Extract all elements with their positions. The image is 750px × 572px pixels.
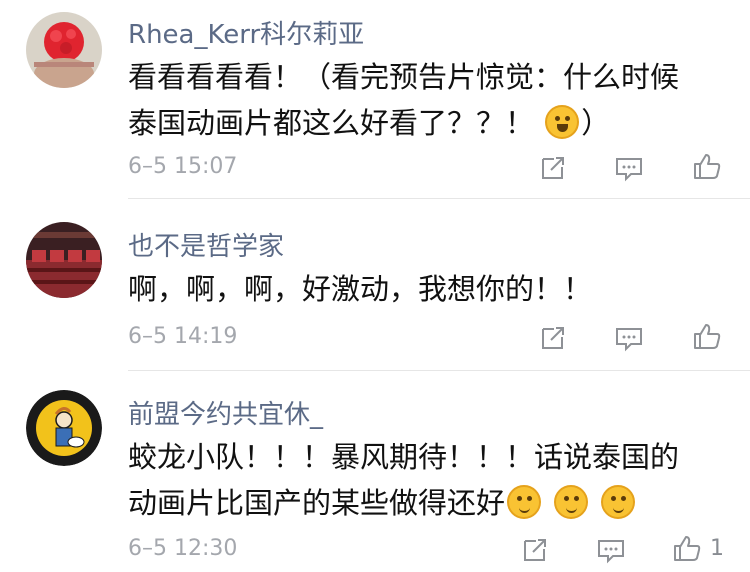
thinking-emoji-icon xyxy=(507,485,542,519)
comment-item: 也不是哲学家 啊，啊，啊，好激动，我想你的！！ 6–5 14:19 xyxy=(0,212,750,372)
share-button[interactable] xyxy=(536,152,570,184)
comment-text-line: 看看看看看！（看完预告片惊觉：什么时候 xyxy=(128,60,680,94)
comment-icon xyxy=(598,540,624,564)
reply-button[interactable] xyxy=(612,152,646,184)
avatar-image xyxy=(26,222,102,298)
laughing-emoji-icon xyxy=(545,105,580,139)
avatar[interactable] xyxy=(26,222,102,298)
like-button[interactable] xyxy=(690,150,724,182)
thinking-emoji-icon xyxy=(554,485,589,519)
comment-timestamp: 6–5 12:30 xyxy=(128,536,238,561)
comment-icon xyxy=(616,158,642,182)
comment-text-line: 啊，啊，啊，好激动，我想你的！！ xyxy=(128,272,593,306)
reply-button[interactable] xyxy=(594,534,628,566)
thumbs-up-icon xyxy=(694,154,721,179)
divider xyxy=(128,370,750,371)
avatar[interactable] xyxy=(26,390,102,466)
share-button[interactable] xyxy=(518,534,552,566)
share-icon xyxy=(524,539,546,561)
comment-username[interactable]: 也不是哲学家 xyxy=(128,226,284,263)
comment-text-line: 泰国动画片都这么好看了？？！ ） xyxy=(128,100,728,146)
comment-text: 啊，啊，啊，好激动，我想你的！！ xyxy=(128,266,728,312)
comment-item: Rhea_Kerr科尔莉亚 看看看看看！（看完预告片惊觉：什么时候 泰国动画片都… xyxy=(0,0,750,200)
share-icon xyxy=(542,327,564,349)
avatar-image xyxy=(26,390,102,466)
like-button[interactable] xyxy=(670,532,704,564)
comment-text-line: 动画片比国产的某些做得还好 xyxy=(128,480,728,526)
comment-username[interactable]: 前盟今约共宜休_ xyxy=(128,394,323,431)
comment-item: 前盟今约共宜休_ 蛟龙小队！！！暴风期待！！！话说泰国的 动画片比国产的某些做得… xyxy=(0,380,750,572)
share-icon xyxy=(542,157,564,179)
comment-icon xyxy=(616,328,642,352)
avatar-image xyxy=(26,12,102,88)
divider xyxy=(128,198,750,199)
comment-username[interactable]: Rhea_Kerr科尔莉亚 xyxy=(128,14,364,51)
avatar[interactable] xyxy=(26,12,102,88)
like-button[interactable] xyxy=(690,320,724,352)
comment-timestamp: 6–5 14:19 xyxy=(128,324,238,349)
share-button[interactable] xyxy=(536,322,570,354)
comment-text-fragment: 泰国动画片都这么好看了？？！ xyxy=(128,106,535,140)
thumbs-up-icon xyxy=(694,324,721,349)
like-count: 1 xyxy=(710,536,724,561)
comment-text-line: 蛟龙小队！！！暴风期待！！！话说泰国的 xyxy=(128,440,680,474)
comment-timestamp: 6–5 15:07 xyxy=(128,154,238,179)
thinking-emoji-icon xyxy=(601,485,636,519)
reply-button[interactable] xyxy=(612,322,646,354)
comment-text: 看看看看看！（看完预告片惊觉：什么时候 泰国动画片都这么好看了？？！ ） xyxy=(128,54,728,146)
comment-text-fragment: 动画片比国产的某些做得还好 xyxy=(128,486,506,520)
comment-text-fragment: ） xyxy=(581,106,611,140)
thumbs-up-icon xyxy=(674,536,701,561)
comment-text: 蛟龙小队！！！暴风期待！！！话说泰国的 动画片比国产的某些做得还好 xyxy=(128,434,728,526)
